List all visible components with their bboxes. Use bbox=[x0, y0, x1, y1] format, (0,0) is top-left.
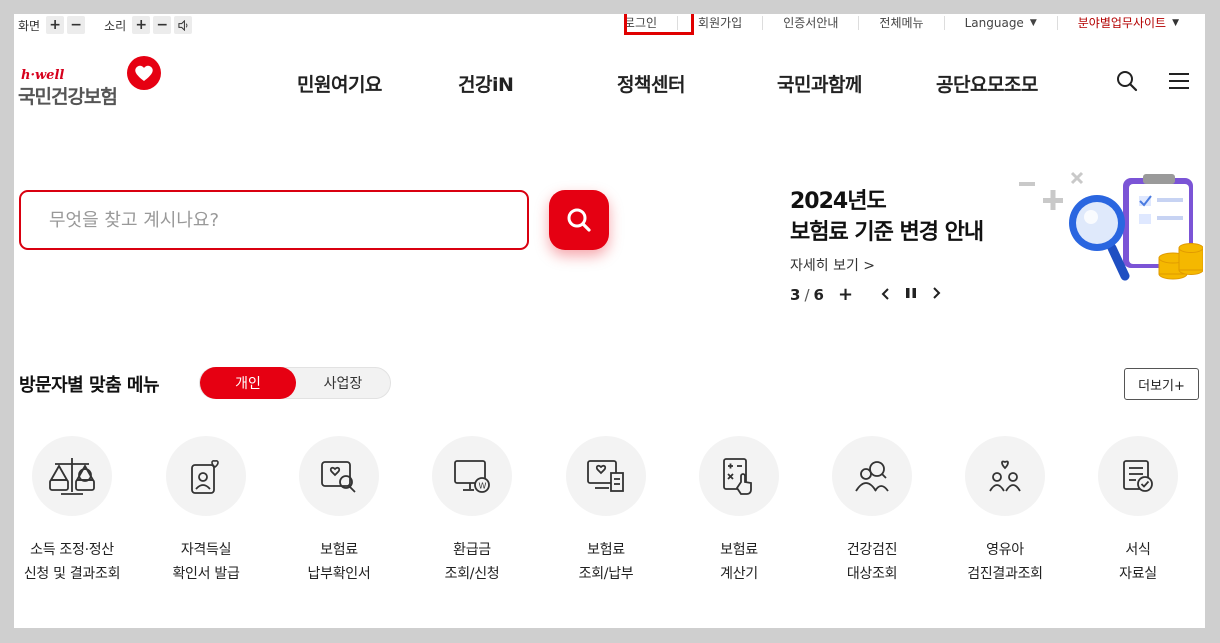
main-nav: 민원여기요 건강iN 정책센터 국민과함께 공단요모조모 bbox=[14, 70, 1205, 96]
quick-menu-label-2: 대상조회 bbox=[846, 566, 898, 582]
nav-item-health-in[interactable]: 건강iN bbox=[458, 70, 514, 97]
quick-menu-label-1: 소득 조정·정산 bbox=[30, 542, 114, 558]
quick-menu-item[interactable]: W 환급금 조회/신청 bbox=[406, 436, 538, 586]
premium-receipt-icon bbox=[566, 436, 646, 516]
quick-menu-label-1: 보험료 bbox=[587, 542, 625, 558]
caret-down-icon: ▼ bbox=[1172, 18, 1179, 28]
search-icon[interactable] bbox=[1114, 68, 1140, 94]
search-input[interactable] bbox=[49, 209, 489, 231]
quick-menu-label-2: 납부확인서 bbox=[307, 566, 371, 582]
quick-menu-label-1: 자격득실 bbox=[180, 542, 232, 558]
next-arrow-icon[interactable] bbox=[931, 286, 941, 304]
quick-menu-label-1: 서식 bbox=[1125, 542, 1151, 558]
payment-search-icon bbox=[299, 436, 379, 516]
quick-menu-label-2: 검진결과조회 bbox=[967, 566, 1043, 582]
quick-menu-label-2: 확인서 발급 bbox=[172, 566, 240, 582]
quick-menu-grid: 소득 조정·정산 신청 및 결과조회 자격득실 확인서 발급 보험료 납부확인서… bbox=[14, 436, 1205, 596]
quick-menu-label-2: 신청 및 결과조회 bbox=[23, 566, 121, 582]
document-form-icon bbox=[1098, 436, 1178, 516]
calculator-icon bbox=[699, 436, 779, 516]
banner-illustration bbox=[1017, 168, 1204, 282]
sound-up-button[interactable]: + bbox=[132, 16, 151, 34]
visitor-menu-title: 방문자별 맞춤 메뉴 bbox=[19, 375, 160, 396]
sound-label: 소리 bbox=[104, 18, 127, 33]
quick-menu-label-2: 조회/납부 bbox=[578, 566, 634, 582]
pager-current: 3 bbox=[790, 286, 801, 304]
nav-item-policy-center[interactable]: 정책센터 bbox=[617, 70, 685, 97]
tab-business[interactable]: 사업장 bbox=[296, 368, 390, 398]
quick-menu-item[interactable]: 보험료 계산기 bbox=[673, 436, 805, 586]
quick-menu-item[interactable]: 서식 자료실 bbox=[1072, 436, 1204, 586]
pause-icon[interactable] bbox=[905, 286, 917, 304]
sound-down-button[interactable]: − bbox=[153, 16, 172, 34]
nav-item-about-nhis[interactable]: 공단요모조모 bbox=[936, 70, 1038, 97]
quick-menu-item[interactable]: 보험료 납부확인서 bbox=[273, 436, 405, 586]
field-sites-select[interactable]: 분야별업무사이트 ▼ bbox=[1056, 16, 1199, 30]
banner-title-line2: 보험료 기준 변경 안내 bbox=[790, 220, 984, 245]
utility-bar: 화면 + − 소리 + − 로그인 회원가입 인증서안내 전체메뉴 Langua… bbox=[14, 14, 1205, 36]
search-icon bbox=[567, 208, 591, 232]
plus-icon[interactable]: + bbox=[838, 286, 853, 304]
field-sites-label: 분야별업무사이트 bbox=[1077, 16, 1167, 30]
pager-slash: / bbox=[804, 286, 810, 304]
quick-menu-item[interactable]: 보험료 조회/납부 bbox=[540, 436, 672, 586]
quick-menu-item[interactable]: 건강검진 대상조회 bbox=[806, 436, 938, 586]
certificate-guide-link[interactable]: 인증서안내 bbox=[762, 16, 858, 30]
login-highlight-box bbox=[624, 14, 694, 35]
nav-item-civil-service[interactable]: 민원여기요 bbox=[297, 70, 382, 97]
prev-arrow-icon[interactable] bbox=[881, 287, 891, 304]
banner-more-link[interactable]: 자세히 보기 > bbox=[790, 255, 875, 275]
quick-menu-label-1: 환급금 bbox=[453, 542, 491, 558]
infant-checkup-icon bbox=[965, 436, 1045, 516]
search-button[interactable] bbox=[549, 190, 609, 250]
caret-down-icon: ▼ bbox=[1029, 18, 1037, 28]
pager-total: 6 bbox=[813, 286, 824, 304]
quick-menu-item[interactable]: 영유아 검진결과조회 bbox=[939, 436, 1071, 586]
banner-title[interactable]: 2024년도 보험료 기준 변경 안내 bbox=[790, 186, 984, 248]
quick-menu-label-1: 영유아 bbox=[986, 542, 1024, 558]
quick-menu-item[interactable]: 소득 조정·정산 신청 및 결과조회 bbox=[14, 436, 138, 586]
screen-zoom-in-button[interactable]: + bbox=[46, 16, 65, 34]
main-search-box bbox=[19, 190, 529, 250]
refund-monitor-icon: W bbox=[432, 436, 512, 516]
more-button[interactable]: 더보기+ bbox=[1124, 368, 1199, 400]
screen-zoom-out-button[interactable]: − bbox=[67, 16, 86, 34]
health-checkup-icon bbox=[832, 436, 912, 516]
language-select[interactable]: Language ▼ bbox=[943, 16, 1057, 30]
quick-menu-label-1: 보험료 bbox=[720, 542, 758, 558]
banner-pager: 3 / 6 + bbox=[790, 286, 941, 304]
speaker-icon[interactable] bbox=[174, 16, 193, 34]
quick-menu-label-1: 보험료 bbox=[320, 542, 358, 558]
banner-title-line1: 2024년도 bbox=[790, 189, 887, 214]
language-label: Language bbox=[964, 16, 1024, 30]
quick-menu-label-1: 건강검진 bbox=[846, 542, 898, 558]
tab-personal[interactable]: 개인 bbox=[200, 367, 296, 399]
all-menu-link[interactable]: 전체메뉴 bbox=[858, 16, 943, 30]
accessibility-controls: 화면 + − 소리 + − bbox=[18, 16, 195, 34]
screen-size-label: 화면 bbox=[18, 18, 41, 33]
main-page: 화면 + − 소리 + − 로그인 회원가입 인증서안내 전체메뉴 Langua… bbox=[14, 14, 1205, 628]
scale-icon bbox=[32, 436, 112, 516]
nav-item-with-public[interactable]: 국민과함께 bbox=[777, 70, 862, 97]
visitor-type-toggle: 개인 사업장 bbox=[199, 367, 391, 399]
quick-menu-label-2: 조회/신청 bbox=[444, 566, 500, 582]
hamburger-menu-icon[interactable] bbox=[1166, 68, 1192, 94]
svg-text:W: W bbox=[479, 482, 487, 491]
quick-menu-label-2: 자료실 bbox=[1119, 566, 1157, 582]
quick-menu-label-2: 계산기 bbox=[720, 566, 758, 582]
id-card-heart-icon bbox=[166, 436, 246, 516]
quick-menu-item[interactable]: 자격득실 확인서 발급 bbox=[140, 436, 272, 586]
